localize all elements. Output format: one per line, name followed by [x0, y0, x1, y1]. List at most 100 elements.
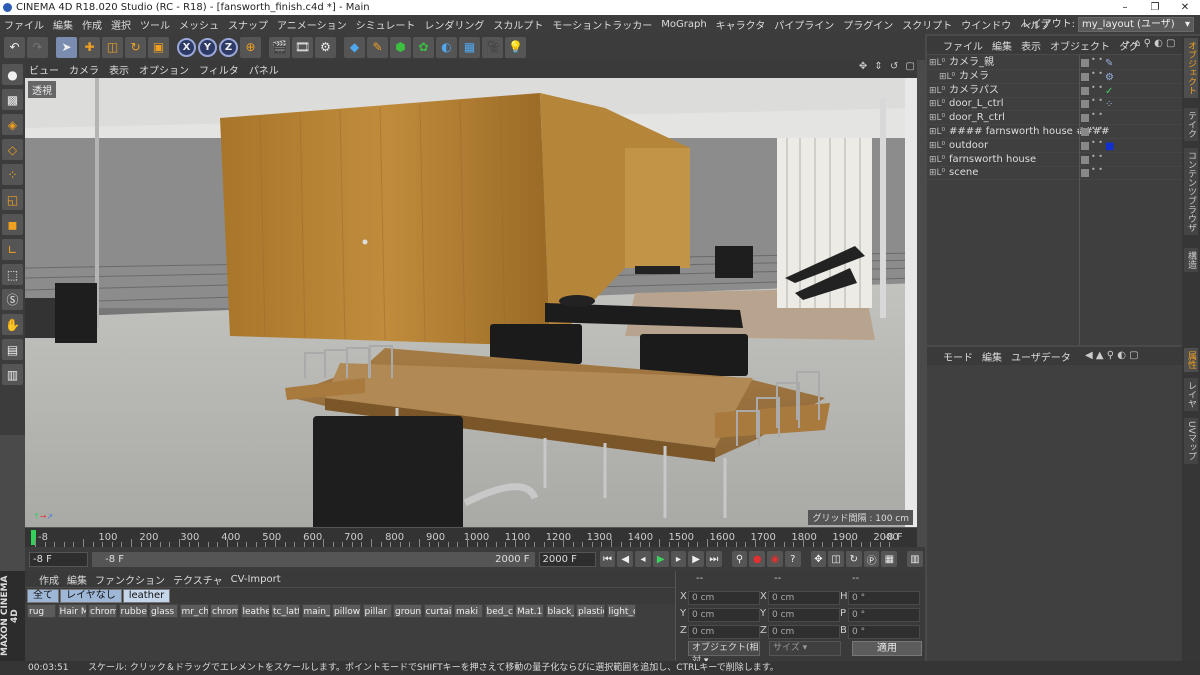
motion-record-icon[interactable]: ⚲ [731, 551, 748, 567]
material-menu-item-4[interactable]: CV-Import [231, 574, 281, 585]
menu-item-15[interactable]: プラグイン [843, 17, 893, 32]
visibility-dots-icon[interactable]: • • [1091, 138, 1103, 146]
object-row[interactable]: ⊞L⁰ door_R_ctrl • • [927, 111, 1182, 126]
material-swatch[interactable]: chrom [88, 604, 117, 618]
coord-value-field[interactable]: 0 cm [688, 608, 760, 622]
material-menu-item-3[interactable]: テクスチャ [173, 572, 223, 587]
light-icon[interactable]: 💡 [505, 36, 526, 58]
select-arrow-icon[interactable]: ➤ [56, 36, 77, 58]
material-swatch[interactable]: light_c [606, 604, 636, 618]
rotate-icon[interactable]: ↻ [125, 36, 146, 58]
viewport-menu-item-3[interactable]: オプション [139, 62, 189, 77]
menu-item-10[interactable]: スカルプト [493, 17, 543, 32]
tweak-mode-icon[interactable]: ⬚ [2, 264, 23, 285]
om-nav-icons[interactable]: ‣ ⌂ ⚲ ◐ ▢ [1125, 38, 1175, 49]
layer-checkbox-icon[interactable] [1081, 128, 1089, 136]
viewport-menu-item-5[interactable]: パネル [249, 62, 279, 77]
edge-mode-icon[interactable]: ◱ [2, 189, 23, 210]
menu-item-12[interactable]: MoGraph [661, 19, 706, 30]
layer-checkbox-icon[interactable] [1081, 59, 1089, 67]
auto-key-icon[interactable]: ◉ [767, 551, 783, 567]
side-tab-bottom-0[interactable]: 属性 [1184, 348, 1198, 372]
object-row[interactable]: ⊞L⁰ カメラパス • • ✓ [927, 83, 1182, 98]
coord-system-icon[interactable]: ⊕ [240, 36, 261, 58]
record-scale-icon[interactable]: ◫ [828, 551, 845, 567]
side-tab-bottom-2[interactable]: UVマップ [1184, 418, 1198, 464]
material-swatch[interactable]: pillar [362, 604, 392, 618]
material-swatch[interactable]: pillow [332, 604, 361, 618]
snap-icon[interactable]: Ⓢ [2, 289, 23, 310]
frame-range-slider[interactable]: -8 F 2000 F [92, 551, 535, 567]
prev-key-icon[interactable]: ◀ [617, 551, 634, 567]
material-swatch[interactable]: rug [27, 604, 56, 618]
apply-button[interactable]: 適用 [852, 641, 922, 656]
menu-item-5[interactable]: メッシュ [179, 17, 219, 32]
material-swatch[interactable]: mr_ch [179, 604, 209, 618]
visibility-dots-icon[interactable]: • • [1091, 125, 1103, 133]
mograph-icon[interactable]: ✿ [413, 36, 434, 58]
axis-mode-icon[interactable]: ∟ [2, 239, 23, 260]
material-swatch[interactable]: groun [393, 604, 422, 618]
keyframe-selection-icon[interactable]: ? [784, 551, 801, 567]
material-swatch[interactable]: black_ [545, 604, 575, 618]
record-point-level-icon[interactable]: ▦ [881, 551, 898, 567]
material-swatch[interactable]: Hair M [57, 604, 87, 618]
render-settings-icon[interactable]: ⚙ [315, 36, 336, 58]
side-tab-0[interactable]: オブジェクト [1184, 38, 1198, 98]
side-tab-1[interactable]: テイク [1184, 108, 1198, 141]
material-menu-item-1[interactable]: 編集 [67, 572, 87, 587]
last-tool-icon[interactable]: ▣ [148, 36, 169, 58]
model-mode-icon[interactable]: ◈ [2, 114, 23, 135]
coord-value-field[interactable]: 0 cm [688, 591, 760, 605]
coord-mode-select[interactable]: オブジェクト(相対 ▾ [688, 641, 760, 666]
size-mode-select[interactable]: サイズ ▾ [769, 641, 841, 656]
record-parameter-icon[interactable]: Ⓟ [863, 551, 880, 567]
polygon-mode-icon[interactable]: ◼ [2, 214, 23, 235]
viewport-menu-item-2[interactable]: 表示 [109, 62, 129, 77]
object-row[interactable]: ⊞L⁰ #### farnsworth house #### • • [927, 125, 1182, 139]
filter-no-layer[interactable]: レイヤなし [60, 589, 122, 603]
render-view-icon[interactable]: 🎬 [269, 36, 290, 58]
layer-checkbox-icon[interactable] [1081, 169, 1089, 178]
material-swatch[interactable]: glass [149, 604, 178, 618]
coord-value-field[interactable]: 0 cm [688, 625, 760, 639]
om-menu-item-3[interactable]: オブジェクト [1050, 38, 1110, 53]
material-swatch[interactable]: maki [454, 604, 483, 618]
attr-menu-item-1[interactable]: 編集 [982, 349, 1002, 364]
side-tab-bottom-1[interactable]: レイヤ [1184, 378, 1198, 411]
go-to-start-icon[interactable]: ⏮ [599, 551, 616, 567]
texture-mode-icon[interactable]: ▩ [2, 89, 23, 110]
go-to-end-icon[interactable]: ⏭ [705, 551, 722, 567]
menu-item-7[interactable]: アニメーション [277, 17, 347, 32]
pen-icon[interactable]: ✎ [367, 36, 388, 58]
current-frame-field[interactable]: -8 F [29, 551, 89, 567]
cube-icon[interactable]: ◆ [344, 36, 365, 58]
visibility-dots-icon[interactable]: • • [1091, 69, 1103, 77]
attr-nav-icons[interactable]: ◀ ▲ ⚲ ◐ ▢ [1085, 350, 1139, 361]
coord-value-field[interactable]: 0 cm [768, 608, 840, 622]
layer-checkbox-icon[interactable] [1081, 141, 1089, 150]
object-row[interactable]: ⊞L⁰ カメラ_親 • • ✎ [927, 56, 1182, 70]
redo-icon[interactable]: ↷ [27, 36, 48, 58]
view-perspective-label[interactable]: 透視 [28, 81, 56, 98]
visibility-dots-icon[interactable]: • • [1091, 166, 1103, 174]
record-key-icon[interactable]: ● [749, 551, 766, 567]
end-frame-field[interactable]: 2000 F [538, 551, 596, 567]
next-key-icon[interactable]: ▶ [688, 551, 704, 567]
om-menu-item-1[interactable]: 編集 [992, 38, 1012, 53]
close-button[interactable]: ✕ [1170, 0, 1200, 15]
render-picture-viewer-icon[interactable]: 🎞 [292, 36, 313, 58]
material-swatch[interactable]: curtai [423, 604, 453, 618]
menu-item-1[interactable]: 編集 [53, 17, 73, 32]
material-swatch[interactable]: chrom [210, 604, 239, 618]
material-swatch[interactable]: bed_c [484, 604, 514, 618]
3d-viewport[interactable]: 透視 グリッド間隔 : 100 cm ↑→↗ [25, 78, 917, 527]
material-swatch[interactable]: leathe [240, 604, 270, 618]
object-row[interactable]: ⊞L⁰ door_L_ctrl • • ⁘ [927, 97, 1182, 112]
deformer-icon[interactable]: ◐ [436, 36, 457, 58]
menu-item-3[interactable]: 選択 [111, 17, 131, 32]
timeline-ruler[interactable]: -8 100 200 300 400 500 600 700 800 900 1000 1100 120… [25, 527, 917, 547]
attr-menu-item-2[interactable]: ユーザデータ [1011, 349, 1071, 364]
scale-icon[interactable]: ◫ [102, 36, 123, 58]
menu-item-13[interactable]: キャラクタ [716, 17, 766, 32]
